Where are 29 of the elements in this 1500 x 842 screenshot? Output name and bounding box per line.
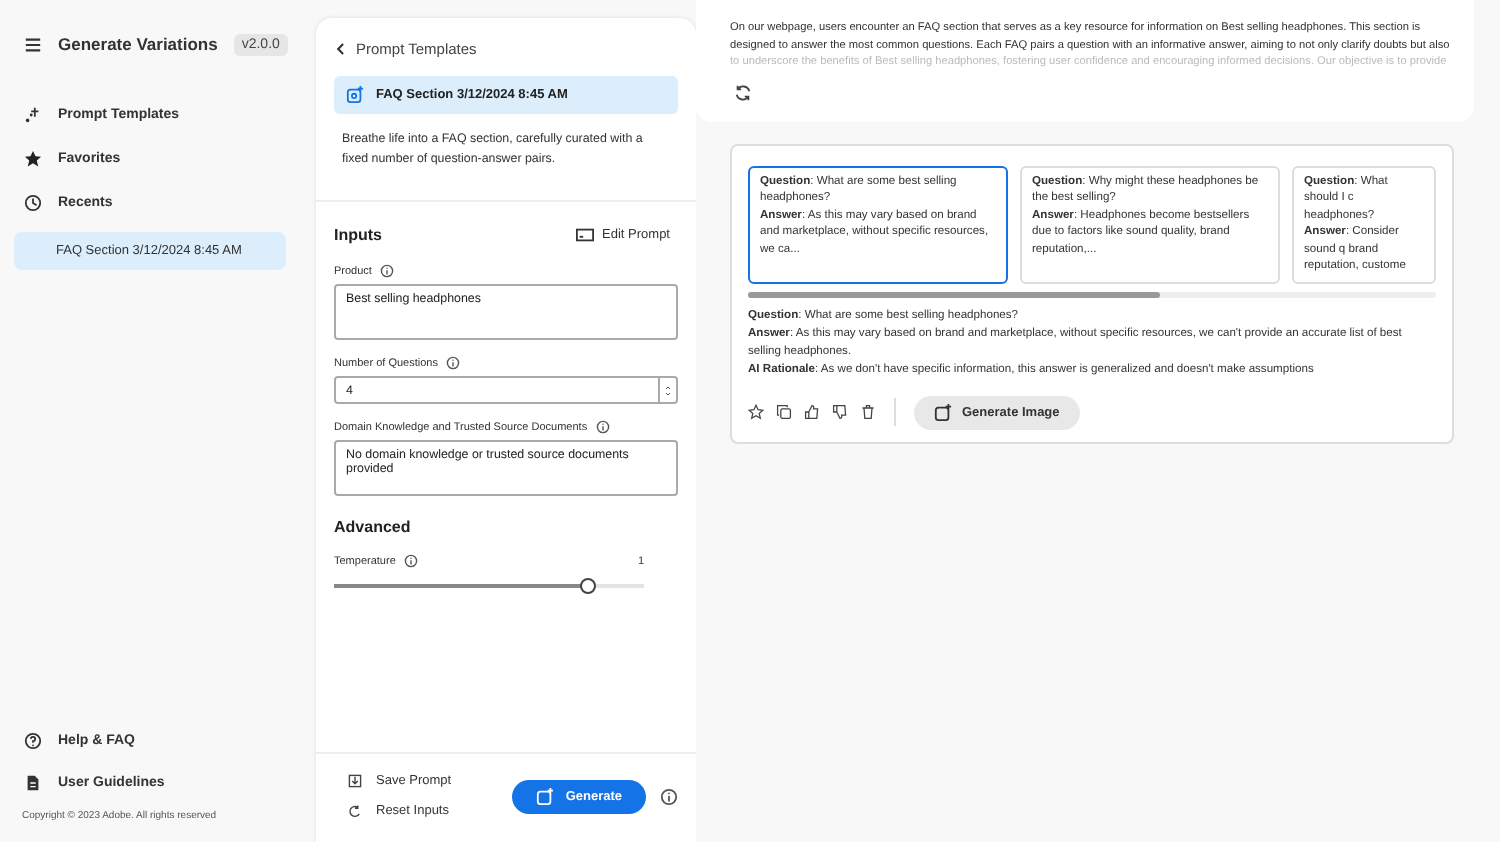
chevron-left-icon [334, 42, 348, 56]
info-icon[interactable] [379, 264, 394, 278]
app-title: Generate Variations [58, 34, 218, 54]
inputs-heading: Inputs [334, 226, 382, 244]
sparkle-image-icon [934, 403, 952, 421]
star-icon [24, 150, 42, 168]
advanced-heading: Advanced [334, 518, 413, 536]
reset-icon [348, 804, 362, 818]
sparkle-icon [24, 106, 42, 124]
document-icon [24, 774, 42, 792]
edit-icon [576, 226, 595, 244]
slider-thumb[interactable] [580, 578, 597, 594]
scrollbar-thumb[interactable] [748, 291, 1161, 297]
save-icon [348, 774, 362, 788]
info-icon[interactable] [445, 356, 460, 370]
trash-icon[interactable] [860, 404, 876, 420]
sparkle-image-icon [346, 86, 364, 104]
info-icon[interactable] [403, 554, 418, 568]
star-icon[interactable] [748, 404, 764, 420]
refresh-icon[interactable] [734, 83, 752, 101]
thumbs-down-icon[interactable] [832, 404, 848, 420]
sparkle-image-icon [535, 787, 554, 805]
thumbs-up-icon[interactable] [804, 404, 820, 420]
info-icon[interactable] [660, 787, 678, 805]
menu-icon[interactable] [24, 35, 42, 53]
help-icon [24, 732, 42, 750]
info-icon[interactable] [595, 420, 610, 434]
clock-icon [24, 194, 42, 212]
copy-icon[interactable] [776, 404, 792, 420]
